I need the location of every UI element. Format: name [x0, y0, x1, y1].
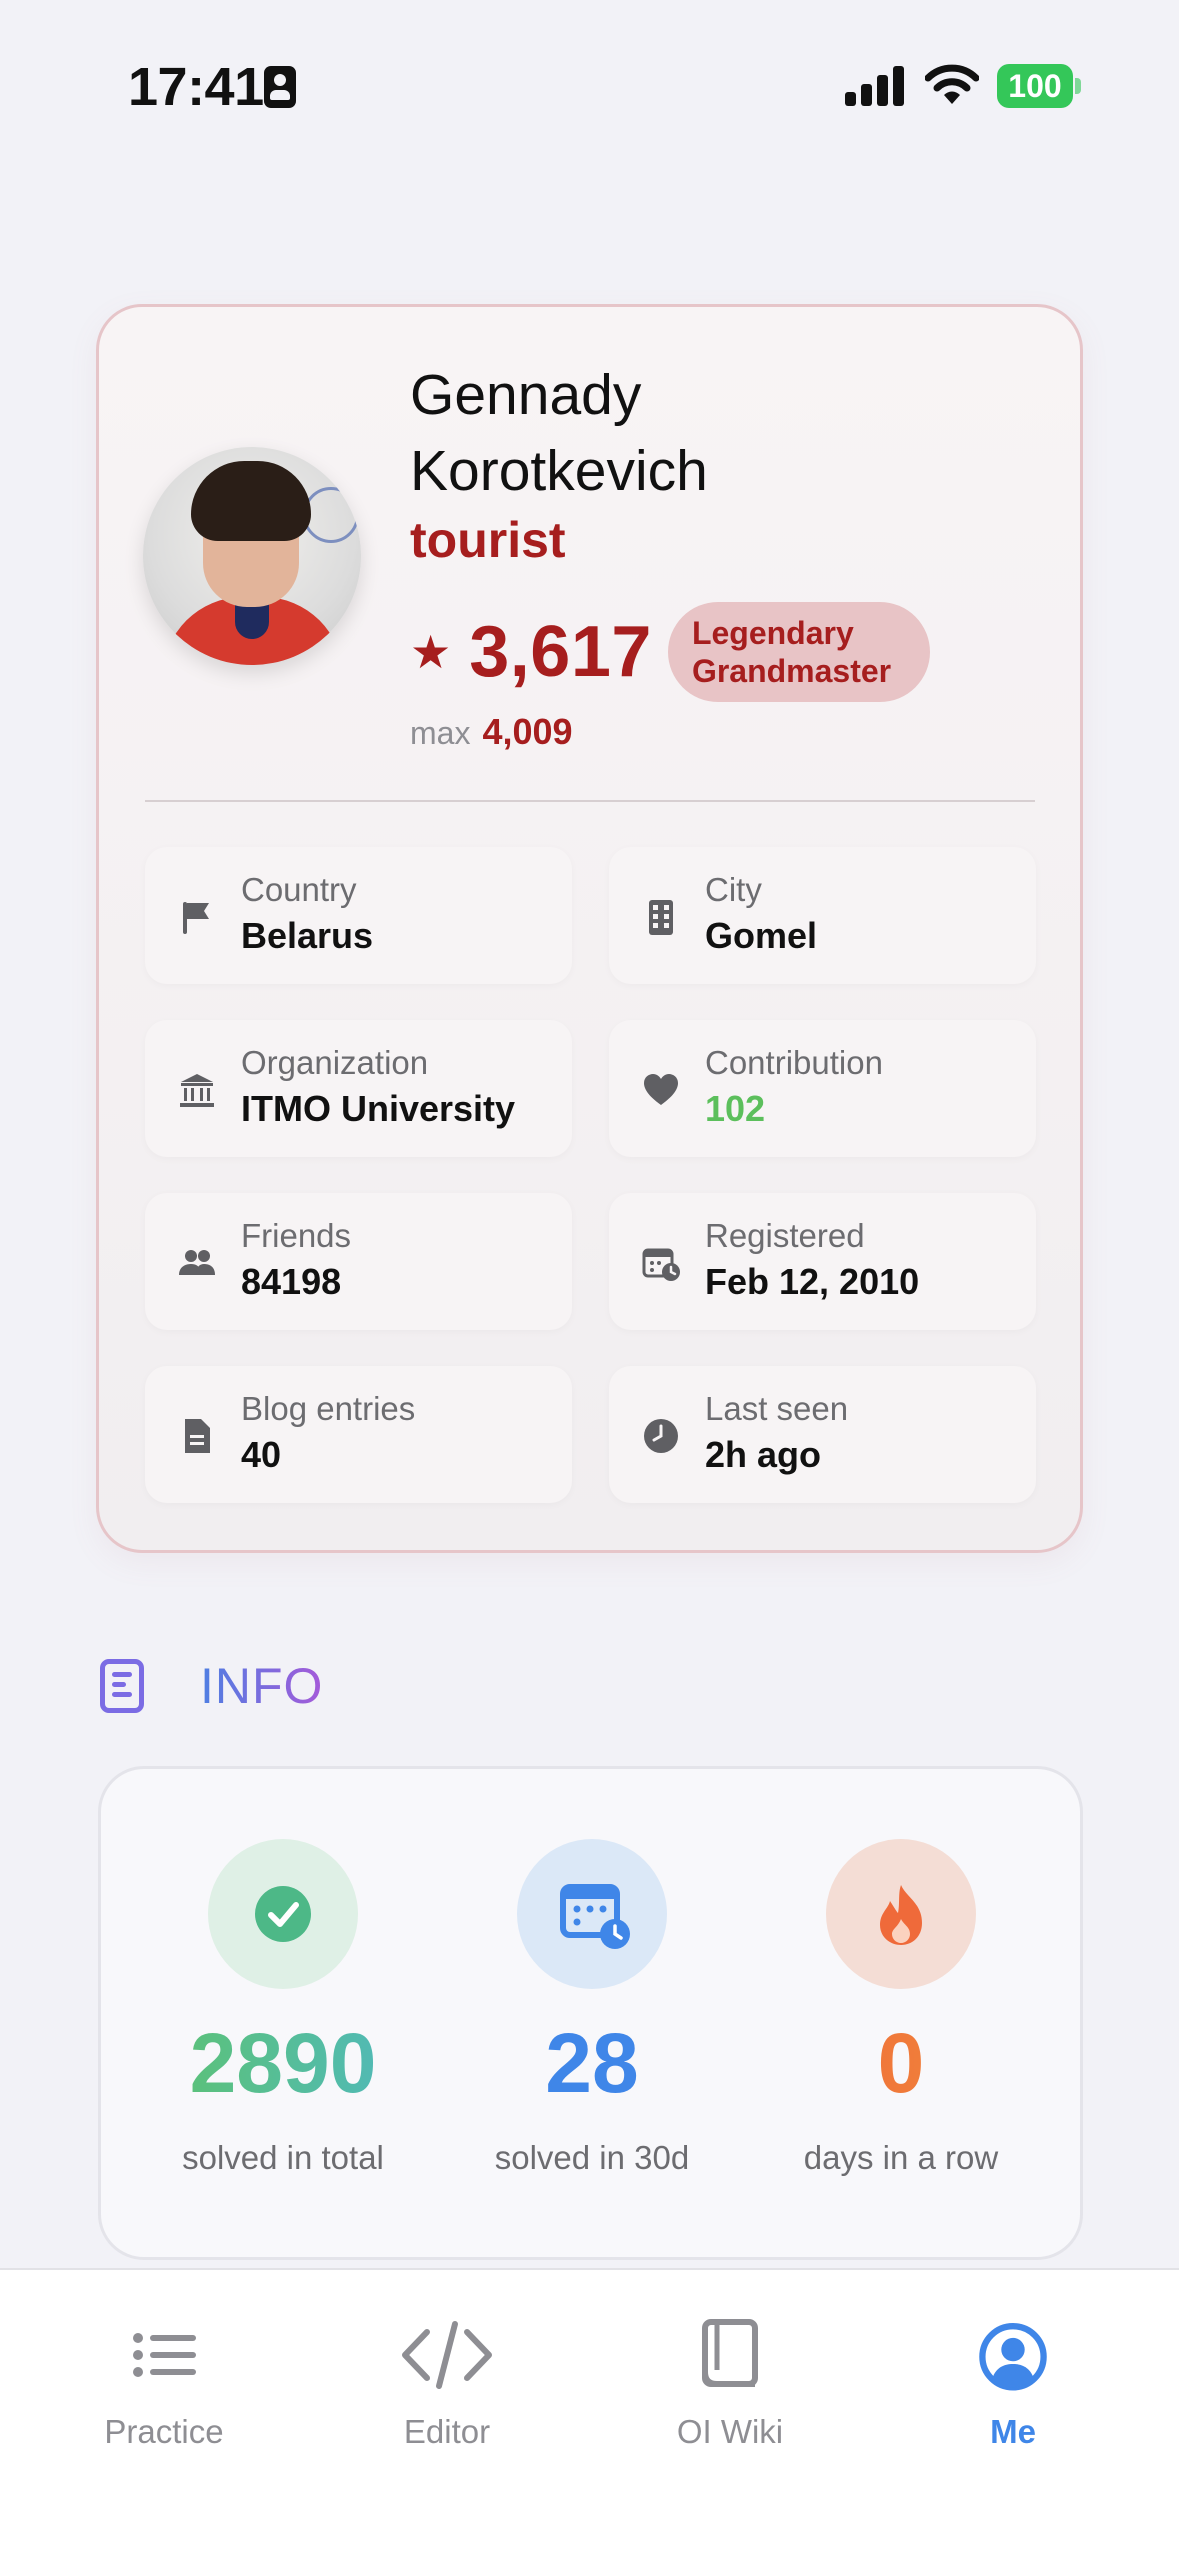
- flame-icon: [826, 1839, 976, 1989]
- rank-badge: Legendary Grandmaster: [667, 602, 930, 702]
- status-time: 17:41: [128, 57, 264, 117]
- building-icon: [649, 900, 673, 935]
- stat-value: 28: [545, 2016, 639, 2110]
- clock-icon: [644, 1419, 678, 1453]
- tab-editor[interactable]: Editor: [327, 2310, 567, 2451]
- profile-name-first: Gennady: [410, 363, 642, 427]
- calendar-icon: [517, 1839, 667, 1989]
- battery-icon: 100: [997, 64, 1081, 108]
- tile-last-seen: Last seen 2h ago: [609, 1366, 1036, 1503]
- tab-label: Practice: [104, 2413, 224, 2450]
- tab-label: Editor: [403, 2413, 491, 2450]
- profile-handle: tourist: [410, 512, 566, 568]
- stat-caption: solved in 30d: [494, 2139, 690, 2176]
- tile-label: Country: [241, 871, 357, 908]
- profile-card: Gennady Korotkevich tourist ★ 3,617 Lege…: [96, 304, 1083, 1553]
- code-icon: [402, 2321, 492, 2389]
- tile-value: Feb 12, 2010: [705, 1261, 920, 1302]
- tab-label: Me: [990, 2413, 1036, 2450]
- stat-streak: 0 days in a row: [751, 1839, 1051, 2177]
- stat-caption: days in a row: [803, 2139, 999, 2176]
- battery-level: 100: [997, 64, 1073, 108]
- stat-solved-30d: 28 solved in 30d: [442, 1839, 742, 2177]
- institution-icon: [180, 1074, 214, 1107]
- flag-icon: [183, 902, 209, 934]
- tile-organization: Organization ITMO University: [145, 1020, 572, 1157]
- tile-registered: Registered Feb 12, 2010: [609, 1193, 1036, 1330]
- tile-label: City: [705, 871, 762, 908]
- checkmark-icon: [208, 1839, 358, 1989]
- tile-value: 40: [241, 1434, 282, 1475]
- person-circle-icon: [979, 2323, 1047, 2391]
- document-text-icon: [100, 1659, 144, 1713]
- rank-line-2: Grandmaster: [691, 653, 892, 689]
- tab-oi-wiki[interactable]: OI Wiki: [610, 2310, 850, 2451]
- tile-value: 102: [705, 1088, 766, 1129]
- heart-icon: [644, 1074, 678, 1105]
- tile-label: Registered: [705, 1217, 865, 1254]
- cellular-signal-icon: [845, 66, 905, 106]
- tile-contribution: Contribution 102: [609, 1020, 1036, 1157]
- rating-row: ★ 3,617 Legendary Grandmaster: [410, 597, 930, 707]
- avatar[interactable]: [143, 447, 361, 665]
- max-rating-row: max 4,009: [410, 711, 573, 753]
- divider: [145, 800, 1035, 802]
- people-icon: [179, 1250, 215, 1275]
- tile-city: City Gomel: [609, 847, 1036, 984]
- book-icon: [702, 2319, 758, 2387]
- tab-practice[interactable]: Practice: [44, 2310, 284, 2451]
- calendar-clock-icon: [642, 1248, 680, 1281]
- list-icon: [133, 2333, 196, 2377]
- tile-label: Blog entries: [241, 1390, 416, 1427]
- star-icon: ★: [410, 626, 452, 678]
- wifi-icon: [925, 64, 979, 104]
- stat-value: 2890: [133, 2013, 433, 2113]
- tile-value: 2h ago: [705, 1434, 822, 1475]
- tile-value: 84198: [241, 1261, 342, 1302]
- tile-value: Belarus: [241, 915, 374, 956]
- tile-blog-entries: Blog entries 40: [145, 1366, 572, 1503]
- current-rating: 3,617: [469, 612, 652, 692]
- tile-value: Gomel: [705, 915, 818, 956]
- tile-label: Friends: [241, 1217, 352, 1254]
- tile-value: ITMO University: [241, 1088, 516, 1129]
- stat-caption: solved in total: [182, 2139, 384, 2176]
- tab-bar: Practice Editor OI Wiki Me: [0, 2268, 1179, 2556]
- stat-value: 0: [751, 2013, 1051, 2113]
- rank-line-1: Legendary: [691, 615, 854, 651]
- tile-label: Contribution: [705, 1044, 883, 1081]
- tile-label: Organization: [241, 1044, 429, 1081]
- tile-friends: Friends 84198: [145, 1193, 572, 1330]
- profile-name: Gennady Korotkevich: [410, 357, 708, 509]
- max-rating-label: max: [410, 715, 471, 751]
- tab-me[interactable]: Me: [893, 2310, 1133, 2451]
- max-rating-value: 4,009: [482, 711, 573, 752]
- person-id-icon: [264, 66, 296, 108]
- tile-label: Last seen: [705, 1390, 849, 1427]
- status-bar: 17:41 100: [0, 0, 1179, 175]
- info-title: INFO: [200, 1658, 324, 1714]
- tile-country: Country Belarus: [145, 847, 572, 984]
- tab-label: OI Wiki: [676, 2413, 784, 2450]
- stats-card: 2890 solved in total 28 solved in 30d 0 …: [98, 1766, 1083, 2260]
- profile-name-last: Korotkevich: [410, 439, 708, 503]
- stat-solved-total: 2890 solved in total: [133, 1839, 433, 2177]
- document-icon: [185, 1419, 210, 1453]
- info-section-header: INFO: [100, 1658, 323, 1714]
